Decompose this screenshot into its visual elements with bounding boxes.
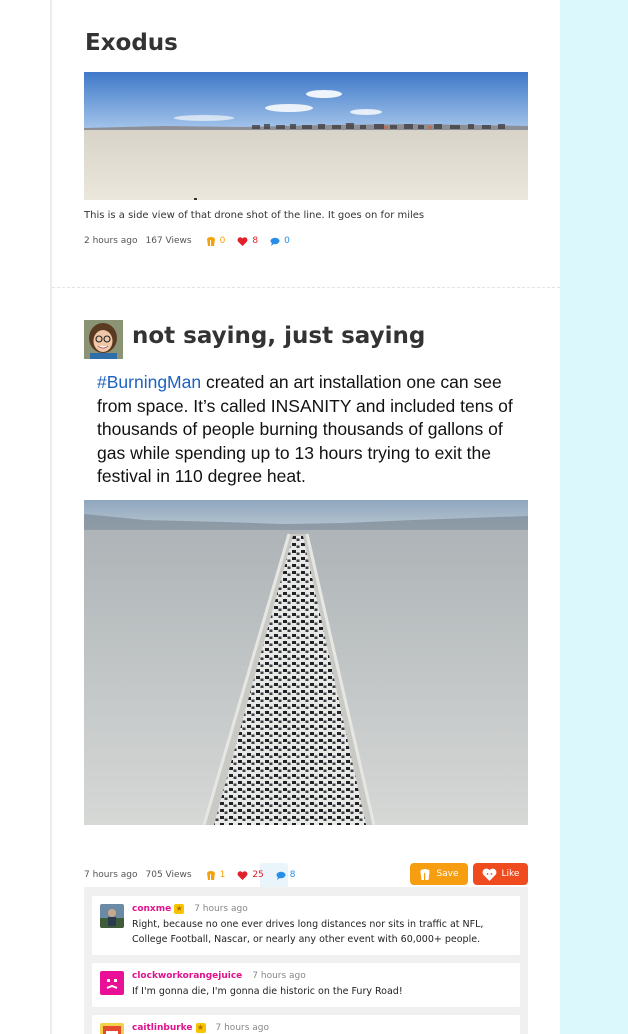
right-sidebar-panel	[560, 0, 628, 1034]
post-divider	[52, 287, 560, 288]
comment-text: If I'm gonna die, I'm gonna die historic…	[132, 986, 403, 997]
like-button[interactable]: Like	[473, 863, 528, 885]
post-caption: This is a side view of that drone shot o…	[84, 210, 425, 221]
save-count-value: 1	[219, 870, 226, 880]
comment-username[interactable]: clockworkorangejuice	[132, 971, 242, 981]
comment-username[interactable]: caitlinburke	[132, 1023, 193, 1033]
comment-item: clockworkorangejuice 7 hours ago If I'm …	[92, 963, 520, 1007]
comment-time: 7 hours ago	[215, 1023, 270, 1033]
post-meta: 2 hours ago 167 Views 0 8 0	[84, 236, 302, 246]
author-avatar[interactable]	[84, 320, 123, 359]
post-image[interactable]	[84, 72, 528, 200]
comment-header: conxme ★ 7 hours ago	[132, 904, 512, 914]
comment-item: conxme ★ 7 hours ago Right, because no o…	[92, 896, 520, 955]
comment-bubble-icon	[270, 237, 280, 246]
save-count[interactable]: 1	[206, 870, 226, 880]
comment-header: caitlinburke ★ 7 hours ago	[132, 1023, 512, 1033]
post-views: 167 Views	[145, 236, 192, 246]
popcorn-icon	[420, 868, 430, 880]
aerial-image	[84, 500, 528, 825]
hashtag-link[interactable]: #BurningMan	[97, 372, 201, 392]
like-count-value: 8	[252, 236, 259, 246]
post-meta: 7 hours ago 705 Views 1 25 8	[84, 870, 308, 880]
comment-count[interactable]: 0	[270, 236, 290, 246]
user-badge-icon: ★	[174, 904, 185, 914]
heart-icon	[237, 870, 248, 880]
commenter-avatar-image	[100, 904, 124, 928]
like-button-label: Like	[501, 869, 520, 879]
like-count-value: 25	[252, 870, 264, 880]
post-feed: Exodus This is a side view of that drone…	[52, 0, 560, 1034]
comment-count-value: 0	[284, 236, 290, 246]
post-time: 7 hours ago	[84, 870, 138, 880]
popcorn-icon	[206, 236, 215, 246]
like-count[interactable]: 25	[237, 870, 264, 880]
heart-icon	[237, 236, 248, 246]
commenter-avatar[interactable]	[100, 904, 124, 928]
tweet-text: #BurningMan created an art installation …	[97, 371, 517, 489]
commenter-avatar[interactable]	[100, 1023, 124, 1034]
comment-username[interactable]: conxme	[132, 904, 171, 914]
save-button-label: Save	[436, 869, 459, 879]
save-count-value: 0	[219, 236, 226, 246]
author-avatar-image	[84, 320, 123, 359]
post-title[interactable]: not saying, just saying	[132, 323, 425, 349]
like-count[interactable]: 8	[237, 236, 258, 246]
post-time: 2 hours ago	[84, 236, 138, 246]
confused-face-avatar-icon	[100, 971, 124, 995]
popcorn-icon	[206, 870, 215, 880]
comment-text: Right, because no one ever drives long d…	[132, 919, 484, 945]
user-badge-icon: ★	[195, 1023, 206, 1033]
comments-section: conxme ★ 7 hours ago Right, because no o…	[84, 887, 528, 1034]
post-title[interactable]: Exodus	[85, 30, 178, 56]
comment-count-value: 8	[289, 870, 296, 880]
commenter-avatar[interactable]	[100, 971, 124, 995]
save-count[interactable]: 0	[206, 236, 226, 246]
post-views: 705 Views	[145, 870, 192, 880]
post-image[interactable]	[84, 500, 528, 825]
comment-time: 7 hours ago	[252, 971, 306, 981]
comment-time: 7 hours ago	[194, 904, 248, 914]
save-button[interactable]: Save	[410, 863, 468, 885]
comment-header: clockworkorangejuice 7 hours ago	[132, 971, 512, 981]
commenter-avatar-image	[100, 1023, 124, 1034]
heart-icon	[482, 868, 496, 881]
comment-count[interactable]: 8	[276, 870, 296, 880]
panorama-image	[84, 72, 528, 200]
comment-item: caitlinburke ★ 7 hours ago	[92, 1015, 520, 1034]
comment-bubble-icon	[276, 871, 286, 880]
